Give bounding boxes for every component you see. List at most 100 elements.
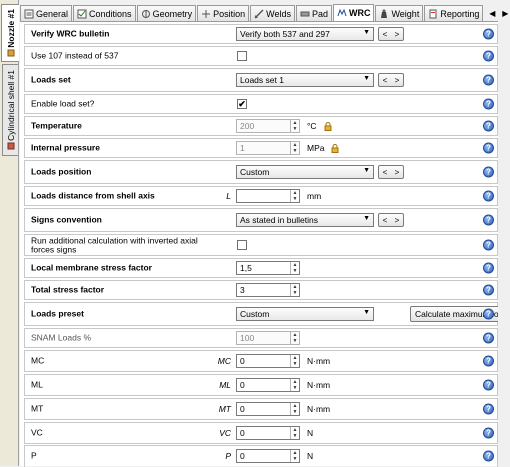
spin-buttons[interactable]: ▲▼ bbox=[290, 355, 299, 367]
label-internal-pressure: Internal pressure bbox=[31, 142, 100, 153]
tab-wrc[interactable]: WRC bbox=[332, 4, 375, 21]
help-icon[interactable]: ? bbox=[483, 142, 494, 154]
lock-icon[interactable] bbox=[323, 121, 333, 131]
vtab-cylindrical-shell-1[interactable]: Cylindrical shell #1 bbox=[2, 64, 18, 156]
snam-loads-input[interactable]: 100 ▲ ▼ bbox=[236, 331, 300, 345]
internal-pressure-input[interactable]: 1 ▲ ▼ bbox=[236, 141, 300, 155]
mc-symbol: MC bbox=[217, 356, 231, 366]
help-icon[interactable]: ? bbox=[483, 450, 494, 462]
total-stress-input[interactable]: 3 ▲ ▼ bbox=[236, 283, 300, 297]
calculate-max-loads-button[interactable]: Calculate maximum loads bbox=[410, 306, 510, 322]
help-icon[interactable]: ? bbox=[483, 166, 494, 178]
help-icon[interactable]: ? bbox=[483, 50, 494, 62]
prev-button[interactable]: < bbox=[383, 216, 388, 225]
tab-scroll-right-icon[interactable]: ▶ bbox=[500, 7, 510, 19]
row-use-107: Use 107 instead of 537 ? bbox=[24, 46, 498, 66]
help-icon[interactable]: ? bbox=[483, 28, 494, 40]
snam-loads-value: 100 bbox=[240, 333, 255, 343]
vc-input[interactable]: 0 ▲ ▼ bbox=[236, 426, 300, 440]
temperature-input[interactable]: 200 ▲ ▼ bbox=[236, 119, 300, 133]
position-icon bbox=[202, 9, 211, 18]
tab-general[interactable]: General bbox=[20, 5, 73, 21]
p-input[interactable]: 0 ▲ ▼ bbox=[236, 449, 300, 463]
next-button[interactable]: > bbox=[395, 168, 400, 177]
tab-position[interactable]: Position bbox=[197, 5, 250, 21]
tab-geometry[interactable]: Geometry bbox=[136, 5, 197, 21]
spin-buttons[interactable]: ▲▼ bbox=[290, 379, 299, 391]
tab-label: WRC bbox=[348, 8, 371, 18]
help-icon[interactable]: ? bbox=[483, 120, 494, 132]
nozzle-icon bbox=[7, 49, 14, 57]
help-icon[interactable]: ? bbox=[483, 98, 494, 110]
tab-reporting[interactable]: Reporting bbox=[424, 5, 484, 21]
enable-load-set-checkbox[interactable]: ✔ bbox=[237, 99, 247, 109]
prev-button[interactable]: < bbox=[383, 76, 388, 85]
ml-input[interactable]: 0 ▲ ▼ bbox=[236, 378, 300, 392]
vtab-label: Nozzle #1 bbox=[5, 8, 16, 48]
tab-pad[interactable]: Pad bbox=[295, 5, 332, 21]
spin-buttons[interactable]: ▲▼ bbox=[290, 427, 299, 439]
inverted-axial-checkbox[interactable] bbox=[237, 240, 247, 250]
spin-buttons[interactable]: ▲▼ bbox=[290, 142, 299, 154]
vtab-nozzle-1[interactable]: Nozzle #1 bbox=[1, 4, 19, 62]
tab-welds[interactable]: Welds bbox=[250, 5, 295, 21]
help-icon[interactable]: ? bbox=[483, 355, 494, 367]
help-icon[interactable]: ? bbox=[483, 214, 494, 226]
spin-buttons[interactable]: ▲▼ bbox=[290, 332, 299, 344]
spin-buttons[interactable]: ▲▼ bbox=[290, 262, 299, 274]
loads-position-nav: < > bbox=[378, 165, 404, 179]
loads-distance-input[interactable]: ▲ ▼ bbox=[236, 189, 300, 203]
help-icon[interactable]: ? bbox=[483, 308, 494, 320]
next-button[interactable]: > bbox=[395, 216, 400, 225]
verify-wrc-select[interactable]: Verify both 537 and 297 ▼ bbox=[236, 27, 374, 41]
temperature-unit: °C bbox=[307, 121, 317, 131]
help-icon[interactable]: ? bbox=[483, 284, 494, 296]
label-vc: VC bbox=[31, 427, 43, 438]
mc-value: 0 bbox=[240, 356, 245, 366]
vc-unit: N bbox=[307, 428, 314, 438]
prev-button[interactable]: < bbox=[383, 30, 388, 39]
help-icon[interactable]: ? bbox=[483, 332, 494, 344]
help-icon[interactable]: ? bbox=[483, 427, 494, 439]
next-button[interactable]: > bbox=[395, 30, 400, 39]
help-icon[interactable]: ? bbox=[483, 379, 494, 391]
verify-wrc-nav: < > bbox=[378, 27, 404, 41]
next-button[interactable]: > bbox=[395, 76, 400, 85]
lock-icon[interactable] bbox=[330, 143, 340, 153]
spin-buttons[interactable]: ▲▼ bbox=[290, 120, 299, 132]
use-107-checkbox[interactable] bbox=[237, 51, 247, 61]
tab-conditions[interactable]: Conditions bbox=[73, 5, 136, 21]
vc-value: 0 bbox=[240, 428, 245, 438]
spin-buttons[interactable]: ▲▼ bbox=[290, 450, 299, 462]
row-ml: ML ML 0 ▲ ▼ N·mm ? bbox=[24, 374, 498, 396]
mt-input[interactable]: 0 ▲ ▼ bbox=[236, 402, 300, 416]
spin-buttons[interactable]: ▲▼ bbox=[290, 403, 299, 415]
loads-set-select[interactable]: Loads set 1 ▼ bbox=[236, 73, 374, 87]
mc-input[interactable]: 0 ▲ ▼ bbox=[236, 354, 300, 368]
welds-icon bbox=[254, 8, 264, 19]
local-membrane-input[interactable]: 1,5 ▲ ▼ bbox=[236, 261, 300, 275]
spin-buttons[interactable]: ▲▼ bbox=[290, 284, 299, 296]
help-icon[interactable]: ? bbox=[483, 239, 494, 251]
chevron-down-icon: ▼ bbox=[363, 29, 370, 36]
tab-weight[interactable]: Weight bbox=[375, 5, 424, 21]
help-icon[interactable]: ? bbox=[483, 262, 494, 274]
total-stress-value: 3 bbox=[240, 285, 245, 295]
loads-position-select[interactable]: Custom ▼ bbox=[236, 165, 374, 179]
help-icon[interactable]: ? bbox=[483, 403, 494, 415]
help-icon[interactable]: ? bbox=[483, 190, 494, 202]
tab-navigation: ◀ ▶ ▼ bbox=[487, 5, 510, 21]
loads-preset-select[interactable]: Custom ▼ bbox=[236, 307, 374, 321]
spin-buttons[interactable]: ▲▼ bbox=[290, 190, 299, 202]
tab-label: Reporting bbox=[440, 8, 480, 19]
signs-convention-select[interactable]: As stated in bulletins ▼ bbox=[236, 213, 374, 227]
help-icon[interactable]: ? bbox=[483, 74, 494, 86]
p-unit: N bbox=[307, 451, 314, 461]
ml-value: 0 bbox=[240, 380, 245, 390]
prev-button[interactable]: < bbox=[383, 168, 388, 177]
label-loads-preset: Loads preset bbox=[31, 308, 84, 319]
tab-scroll-left-icon[interactable]: ◀ bbox=[487, 7, 497, 19]
vertical-scrollbar[interactable] bbox=[498, 21, 510, 466]
vtab-label: Cylindrical shell #1 bbox=[5, 69, 16, 141]
row-total-stress: Total stress factor 3 ▲ ▼ ? bbox=[24, 280, 498, 300]
